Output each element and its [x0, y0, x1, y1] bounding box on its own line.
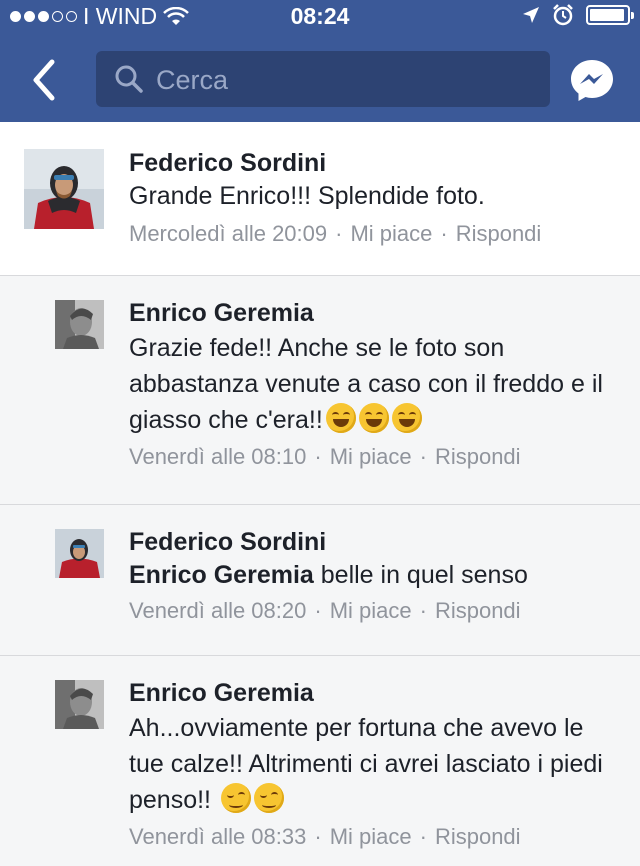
comment-meta: Venerdì alle 08:10 · Mi piace · Rispondi: [129, 444, 521, 470]
avatar[interactable]: [55, 529, 104, 578]
comment-text: Grazie fede!! Anche se le foto son abbas…: [129, 330, 620, 438]
comment-timestamp: Venerdì alle 08:33: [129, 824, 307, 849]
reply-link[interactable]: Rispondi: [435, 598, 521, 624]
wink-emoji-icon: [220, 783, 251, 813]
reply-link[interactable]: Rispondi: [456, 221, 542, 247]
comment-author[interactable]: Enrico Geremia: [129, 678, 620, 708]
comment-text-content: Ah...ovviamente per fortuna che avevo le…: [129, 714, 603, 814]
comment-item: Federico Sordini Grande Enrico!!! Splend…: [0, 122, 640, 276]
comment-meta: Venerdì alle 08:33 · Mi piace · Rispondi: [129, 824, 521, 850]
comment-item: Federico Sordini Enrico Geremia belle in…: [0, 505, 640, 656]
comment-timestamp: Venerdì alle 08:10: [129, 444, 307, 469]
rofl-emoji-icon: [325, 403, 356, 433]
back-chevron-icon[interactable]: [28, 58, 62, 102]
avatar[interactable]: [55, 300, 104, 349]
comment-text: Ah...ovviamente per fortuna che avevo le…: [129, 710, 620, 818]
rofl-emoji-icon: [391, 403, 422, 433]
comment-timestamp: Mercoledì alle 20:09: [129, 221, 328, 246]
search-bar[interactable]: [96, 51, 550, 107]
rofl-emoji-icon: [358, 403, 389, 433]
comment-body: Federico Sordini Enrico Geremia belle in…: [129, 527, 620, 624]
search-input[interactable]: [154, 59, 538, 101]
avatar[interactable]: [55, 680, 104, 729]
comment-author[interactable]: Federico Sordini: [129, 527, 620, 557]
comment-body: Enrico Geremia Grazie fede!! Anche se le…: [129, 298, 620, 470]
messenger-icon[interactable]: [570, 58, 614, 102]
reply-link[interactable]: Rispondi: [435, 824, 521, 850]
alarm-icon: [553, 4, 573, 26]
comment-timestamp: Venerdì alle 08:20: [129, 598, 307, 623]
comment-body: Enrico Geremia Ah...ovviamente per fortu…: [129, 678, 620, 850]
search-icon: [115, 65, 143, 93]
status-bar: I WIND 08:24: [0, 0, 640, 32]
status-right: [522, 4, 634, 26]
reply-link[interactable]: Rispondi: [435, 444, 521, 470]
comment-meta: Venerdì alle 08:20 · Mi piace · Rispondi: [129, 598, 521, 624]
comment-item: Enrico Geremia Grazie fede!! Anche se le…: [0, 276, 640, 505]
comment-item: Enrico Geremia Ah...ovviamente per fortu…: [0, 656, 640, 866]
comment-text: Grande Enrico!!! Splendide foto.: [129, 182, 485, 210]
comment-meta: Mercoledì alle 20:09 · Mi piace · Rispon…: [129, 221, 542, 247]
location-arrow-icon: [523, 7, 539, 23]
comment-text: Enrico Geremia belle in quel senso: [129, 559, 620, 592]
comment-author[interactable]: Enrico Geremia: [129, 298, 620, 328]
mention-link[interactable]: Enrico Geremia: [129, 561, 314, 589]
top-header: I WIND 08:24: [0, 0, 640, 122]
battery-icon: [586, 5, 634, 25]
like-link[interactable]: Mi piace: [330, 824, 412, 850]
like-link[interactable]: Mi piace: [330, 444, 412, 470]
like-link[interactable]: Mi piace: [330, 598, 412, 624]
like-link[interactable]: Mi piace: [350, 221, 432, 247]
comment-text-content: belle in quel senso: [320, 561, 528, 589]
wink-emoji-icon: [253, 783, 284, 813]
comment-body: Federico Sordini Grande Enrico!!! Splend…: [129, 148, 620, 247]
comment-author[interactable]: Federico Sordini: [129, 148, 620, 178]
avatar[interactable]: [24, 149, 104, 229]
